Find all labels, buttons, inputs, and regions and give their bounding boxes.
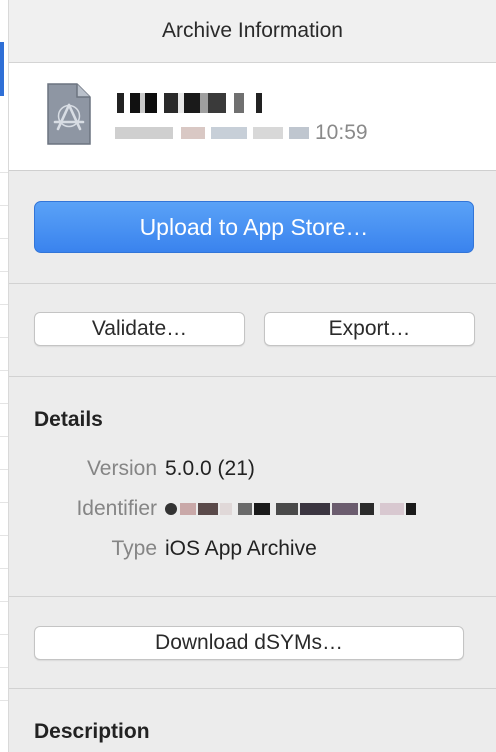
archive-time: 10:59	[315, 121, 368, 144]
download-dsyms-button[interactable]: Download dSYMs…	[34, 626, 464, 660]
list-divider	[0, 238, 8, 239]
list-divider	[0, 172, 8, 173]
archive-date: 10:59	[115, 121, 368, 145]
archives-list-edge	[0, 0, 9, 752]
secondary-actions-section: Validate… Export…	[9, 284, 496, 377]
identifier-value-redacted	[165, 501, 416, 517]
archive-name-redacted	[117, 93, 262, 113]
identifier-label: Identifier	[76, 497, 157, 520]
list-divider	[0, 271, 8, 272]
archive-info-panel: Archive Information 10:59 Upload to App …	[9, 0, 496, 752]
list-divider	[0, 535, 8, 536]
version-label: Version	[86, 457, 157, 480]
list-divider	[0, 403, 8, 404]
list-divider	[0, 700, 8, 701]
list-divider	[0, 370, 8, 371]
type-label: Type	[111, 537, 157, 560]
details-section: Details Version 5.0.0 (21) Identifier Ty…	[9, 377, 496, 597]
version-value: 5.0.0 (21)	[165, 457, 255, 480]
type-value: iOS App Archive	[165, 537, 317, 560]
list-divider	[0, 667, 8, 668]
archive-summary[interactable]: 10:59	[9, 63, 496, 171]
details-title: Details	[34, 408, 103, 431]
export-button[interactable]: Export…	[264, 312, 475, 346]
list-divider	[0, 601, 8, 602]
panel-header: Archive Information	[9, 0, 496, 63]
panel-title: Archive Information	[162, 19, 343, 42]
list-divider	[0, 436, 8, 437]
list-divider	[0, 469, 8, 470]
list-divider	[0, 337, 8, 338]
description-section: Description	[9, 689, 496, 752]
upload-to-app-store-button[interactable]: Upload to App Store…	[34, 201, 474, 253]
list-divider	[0, 304, 8, 305]
upload-section: Upload to App Store…	[9, 171, 496, 284]
app-archive-icon	[47, 83, 91, 145]
list-divider	[0, 502, 8, 503]
selected-archive-indicator	[0, 42, 4, 96]
dsyms-section: Download dSYMs…	[9, 597, 496, 689]
validate-button[interactable]: Validate…	[34, 312, 245, 346]
list-divider	[0, 205, 8, 206]
list-divider	[0, 634, 8, 635]
archive-window: Archive Information 10:59 Upload to App …	[0, 0, 496, 752]
description-title: Description	[34, 720, 150, 743]
list-divider	[0, 568, 8, 569]
